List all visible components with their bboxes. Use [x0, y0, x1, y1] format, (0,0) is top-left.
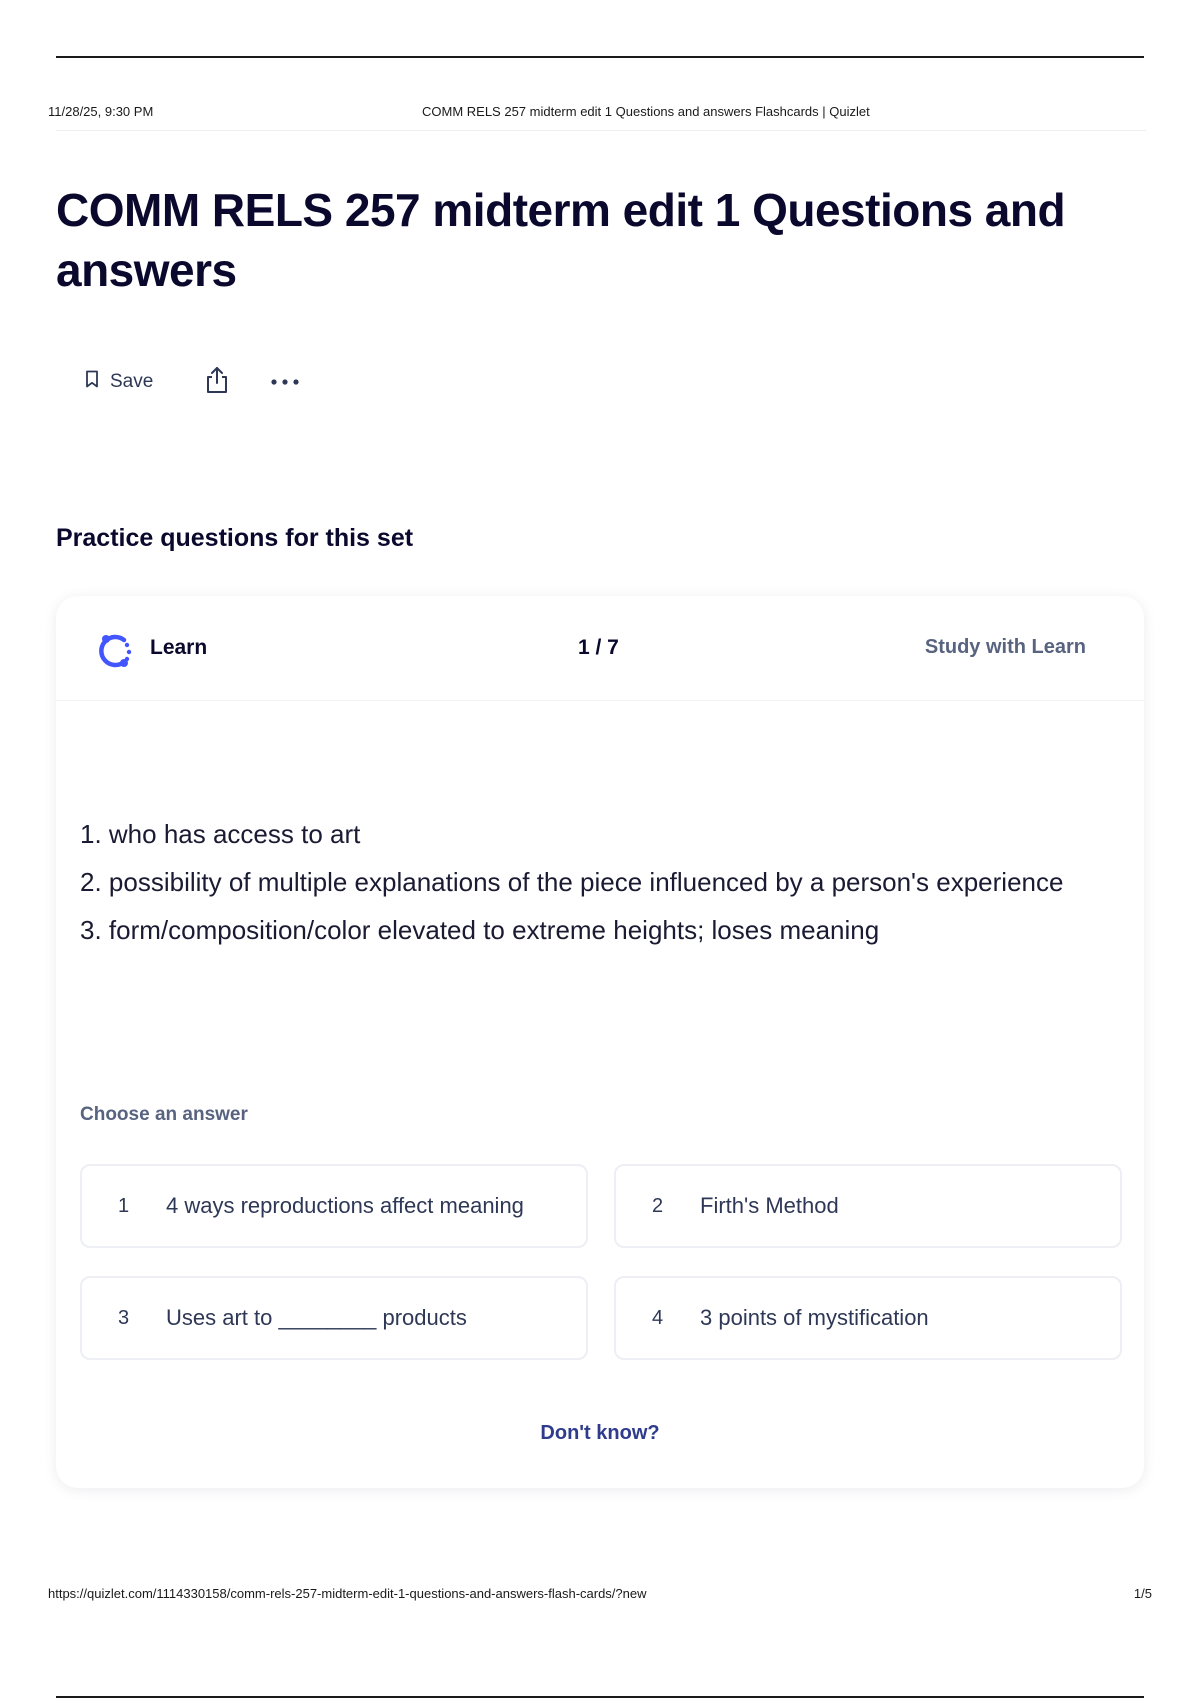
answer-number: 1: [118, 1195, 130, 1217]
answer-option-3[interactable]: 3 Uses art to ________ products: [80, 1276, 588, 1360]
print-header: 11/28/25, 9:30 PM COMM RELS 257 midterm …: [48, 104, 1152, 124]
print-page-number: 1/5: [1133, 1586, 1152, 1601]
header-divider: [56, 130, 1146, 131]
dont-know-button[interactable]: Don't know?: [56, 1422, 1144, 1445]
study-with-learn-link[interactable]: Study with Learn: [925, 636, 1086, 659]
question-line: 1. who has access to art: [80, 819, 361, 849]
answer-option-2[interactable]: 2 Firth's Method: [614, 1164, 1122, 1248]
section-title: Practice questions for this set: [56, 524, 414, 552]
print-url: https://quizlet.com/1114330158/comm-rels…: [48, 1586, 647, 1601]
answer-number: 4: [652, 1307, 664, 1329]
learn-icon: [94, 630, 136, 672]
question-line: 3. form/composition/color elevated to ex…: [80, 915, 880, 945]
learn-card-header: Learn 1 / 7 Study with Learn: [56, 596, 1144, 700]
more-options-button[interactable]: [265, 364, 305, 400]
print-footer: https://quizlet.com/1114330158/comm-rels…: [48, 1586, 1152, 1606]
answer-number: 2: [652, 1195, 664, 1217]
answer-option-1[interactable]: 1 4 ways reproductions affect meaning: [80, 1164, 588, 1248]
learn-card: Learn 1 / 7 Study with Learn 1. who has …: [56, 596, 1144, 1488]
share-icon: [203, 365, 231, 400]
question-prompt: 1. who has access to art 2. possibility …: [80, 810, 1120, 954]
save-label: Save: [110, 371, 154, 392]
answer-option-4[interactable]: 4 3 points of mystification: [614, 1276, 1122, 1360]
answer-text: Uses art to ________ products: [166, 1305, 467, 1330]
share-button[interactable]: [197, 364, 237, 400]
set-actions: Save: [84, 364, 305, 400]
more-options-icon: [270, 373, 300, 391]
print-document-title: COMM RELS 257 midterm edit 1 Questions a…: [422, 104, 870, 119]
answer-text: 4 ways reproductions affect meaning: [166, 1193, 524, 1218]
save-button[interactable]: Save: [84, 369, 153, 395]
answer-text: 3 points of mystification: [700, 1305, 929, 1330]
question-line: 2. possibility of multiple explanations …: [80, 867, 1064, 897]
question-progress: 1 / 7: [578, 636, 619, 659]
print-date: 11/28/25, 9:30 PM: [48, 104, 154, 119]
answer-number: 3: [118, 1307, 130, 1329]
page-title: COMM RELS 257 midterm edit 1 Questions a…: [56, 184, 1066, 296]
answer-text: Firth's Method: [700, 1193, 839, 1218]
learn-label: Learn: [150, 636, 208, 659]
bookmark-icon: [84, 369, 100, 395]
learn-header-divider: [56, 700, 1144, 701]
page-bottom-rule: [56, 1696, 1144, 1698]
page-top-rule: [56, 56, 1144, 58]
choose-answer-label: Choose an answer: [80, 1104, 248, 1125]
